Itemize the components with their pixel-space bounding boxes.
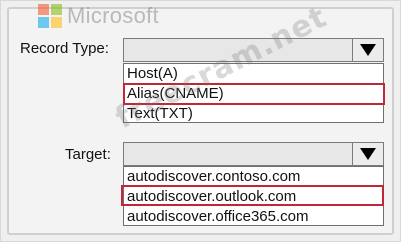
target-option-office365[interactable]: autodiscover.office365.com — [124, 208, 383, 226]
microsoft-logo: Microsoft — [38, 3, 159, 29]
target-option-outlook[interactable]: autodiscover.outlook.com — [124, 188, 383, 206]
target-option-contoso[interactable]: autodiscover.contoso.com — [124, 168, 383, 186]
record-type-dropdown-button[interactable] — [352, 39, 383, 61]
target-dropdown-button[interactable] — [352, 143, 383, 165]
microsoft-logo-icon — [38, 4, 62, 28]
record-type-label: Record Type: — [20, 40, 109, 57]
logo-text: Microsoft — [67, 3, 159, 28]
target-options-list: autodiscover.contoso.com autodiscover.ou… — [123, 166, 384, 226]
dropdown-arrow-icon — [360, 44, 376, 56]
target-label: Target: — [65, 146, 111, 163]
dropdown-arrow-icon — [360, 148, 376, 160]
target-dropdown[interactable] — [123, 142, 384, 166]
